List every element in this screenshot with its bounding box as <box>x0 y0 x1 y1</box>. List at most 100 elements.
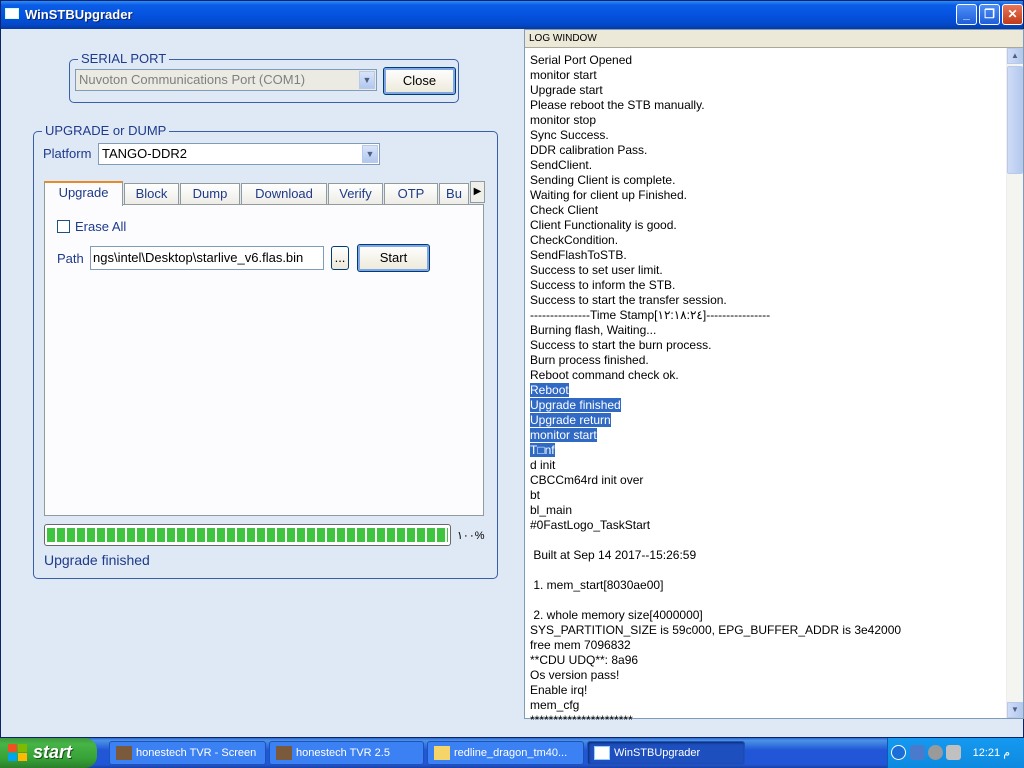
chevron-right-icon: ▶ <box>473 186 482 197</box>
title-bar[interactable]: WinSTBUpgrader _ ❐ ✕ <box>1 1 1023 29</box>
task-tvr-screen[interactable]: honestech TVR - Screen <box>109 741 266 765</box>
tab-otp[interactable]: OTP <box>384 183 438 205</box>
log-line: Serial Port Opened <box>530 53 633 67</box>
scroll-thumb[interactable] <box>1007 66 1023 174</box>
log-line: bl_main <box>530 503 573 517</box>
serial-port-legend: SERIAL PORT <box>78 51 170 66</box>
system-tray: 12:21 م <box>887 738 1024 768</box>
status-text: Upgrade finished <box>44 552 150 568</box>
log-line: free mem 7096832 <box>530 638 631 652</box>
task-winstbupgrader[interactable]: WinSTBUpgrader <box>587 741 745 765</box>
path-input[interactable]: ngs\intel\Desktop\starlive_v6.flas.bin <box>90 246 324 270</box>
task-label: honestech TVR - Screen <box>136 747 257 759</box>
tab-upgrade[interactable]: Upgrade <box>44 181 123 206</box>
log-line: #0FastLogo_TaskStart <box>530 518 651 532</box>
log-line: Burning flash, Waiting... <box>530 323 657 337</box>
log-line: SYS_PARTITION_SIZE is 59c000, EPG_BUFFER… <box>530 623 902 637</box>
log-line: CBCCm64rd init over <box>530 473 644 487</box>
tab-verify[interactable]: Verify <box>328 183 383 205</box>
taskbar: start honestech TVR - Screen honestech T… <box>0 738 1024 768</box>
log-scrollbar[interactable]: ▲ ▼ <box>1006 48 1023 718</box>
app-window: WinSTBUpgrader _ ❐ ✕ SERIAL PORT Nuvoton… <box>0 0 1024 738</box>
log-line: Please reboot the STB manually. <box>530 98 705 112</box>
log-line: ---------------Time Stamp[١٢:١٨:٢٤]-----… <box>530 308 771 322</box>
log-line: Sync Success. <box>530 128 609 142</box>
log-line: mem_cfg <box>530 698 580 712</box>
log-line: Check Client <box>530 203 599 217</box>
scroll-down-button[interactable]: ▼ <box>1007 702 1023 718</box>
task-label: redline_dragon_tm40... <box>454 747 568 759</box>
windows-logo-icon <box>8 744 28 762</box>
browse-button[interactable]: ... <box>331 246 349 270</box>
log-line: monitor start <box>530 68 597 82</box>
restore-button[interactable]: ❐ <box>979 4 1000 25</box>
clock[interactable]: 12:21 م <box>973 746 1010 759</box>
platform-select[interactable]: TANGO-DDR2 ▼ <box>98 143 380 165</box>
start-label: start <box>33 742 73 762</box>
log-line: monitor start <box>530 428 597 442</box>
log-line: Upgrade return <box>530 413 611 427</box>
log-line: Sending Client is complete. <box>530 173 676 187</box>
tvr-icon <box>116 746 132 760</box>
minimize-button[interactable]: _ <box>956 4 977 25</box>
start-button[interactable]: start <box>0 738 97 768</box>
app-window-icon <box>594 746 610 760</box>
erase-all-label: Erase All <box>75 219 127 234</box>
scroll-up-button[interactable]: ▲ <box>1007 48 1023 64</box>
tab-burn[interactable]: Bu <box>439 183 469 205</box>
log-line: Success to start the burn process. <box>530 338 712 352</box>
erase-all-checkbox[interactable] <box>57 220 70 233</box>
log-line: Upgrade start <box>530 83 603 97</box>
log-line: SendFlashToSTB. <box>530 248 627 262</box>
task-folder[interactable]: redline_dragon_tm40... <box>427 741 584 765</box>
log-window[interactable]: LOG WINDOW Serial Port Opened monitor sta… <box>524 29 1024 727</box>
tray-arrow-icon[interactable] <box>891 745 906 760</box>
tvr-icon <box>276 746 292 760</box>
log-line: Client Functionality is good. <box>530 218 677 232</box>
folder-icon <box>434 746 450 760</box>
close-button[interactable]: ✕ <box>1002 4 1023 25</box>
log-line: Reboot command check ok. <box>530 368 679 382</box>
upgrade-dump-legend: UPGRADE or DUMP <box>42 123 170 138</box>
tab-block[interactable]: Block <box>124 183 179 205</box>
log-line: bt <box>530 488 541 502</box>
close-port-button[interactable]: Close <box>383 67 456 95</box>
log-line: DDR calibration Pass. <box>530 143 648 157</box>
log-text[interactable]: Serial Port Opened monitor start Upgrade s… <box>530 53 1010 728</box>
network-icon[interactable] <box>910 745 925 760</box>
platform-label: Platform <box>43 146 92 161</box>
settings-icon[interactable] <box>946 745 961 760</box>
log-line: SendClient. <box>530 158 593 172</box>
tab-download[interactable]: Download <box>241 183 327 205</box>
log-line: Success to inform the STB. <box>530 278 676 292</box>
task-tvr[interactable]: honestech TVR 2.5 <box>269 741 424 765</box>
serial-port-select[interactable]: Nuvoton Communications Port (COM1) ▼ <box>75 69 377 91</box>
log-line: Success to set user limit. <box>530 263 663 277</box>
log-line: Burn process finished. <box>530 353 649 367</box>
task-label: WinSTBUpgrader <box>614 747 701 759</box>
tab-dump[interactable]: Dump <box>180 183 240 205</box>
tab-scroll-right-button[interactable]: ▶ <box>470 181 485 203</box>
serial-port-value: Nuvoton Communications Port (COM1) <box>79 72 306 87</box>
log-line: Waiting for client up Finished. <box>530 188 687 202</box>
log-line: monitor stop <box>530 113 597 127</box>
upgrade-progress-bar <box>44 524 451 546</box>
start-button[interactable]: Start <box>357 244 430 272</box>
log-window-header: LOG WINDOW <box>525 30 1023 48</box>
minimize-icon: _ <box>963 7 970 21</box>
task-label: honestech TVR 2.5 <box>296 747 390 759</box>
log-line: 1. mem_start[8030ae00] <box>530 578 664 592</box>
log-line: T□nf <box>530 443 555 457</box>
upgrade-tab-panel: Erase All Path ngs\intel\Desktop\starliv… <box>44 204 484 516</box>
speaker-icon[interactable] <box>928 745 943 760</box>
log-line: Built at Sep 14 2017--15:26:59 <box>530 548 697 562</box>
log-line: d init <box>530 458 556 472</box>
log-line: Success to start the transfer session. <box>530 293 727 307</box>
chevron-down-icon: ▼ <box>362 145 378 163</box>
log-line: Enable irq! <box>530 683 588 697</box>
progress-fill <box>47 528 448 542</box>
log-line: CheckCondition. <box>530 233 619 247</box>
